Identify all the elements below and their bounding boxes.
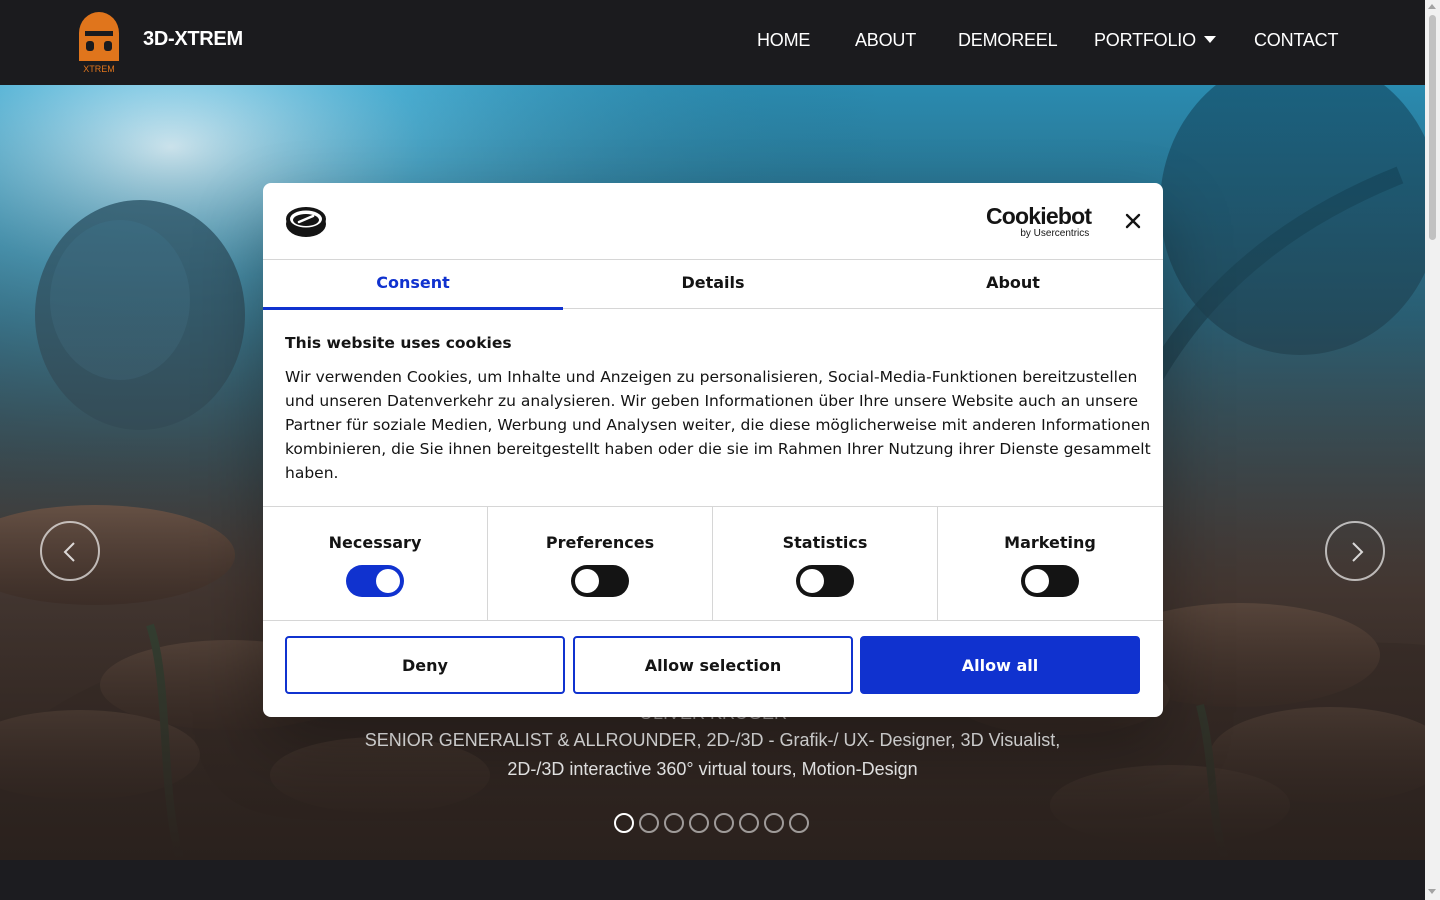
page-section-below bbox=[0, 860, 1425, 900]
category-statistics: Statistics bbox=[713, 507, 938, 621]
nav-demoreel[interactable]: DEMOREEL bbox=[958, 30, 1058, 51]
scroll-down-icon[interactable] bbox=[1428, 889, 1436, 894]
tab-about[interactable]: About bbox=[863, 261, 1163, 309]
tab-consent[interactable]: Consent bbox=[263, 261, 563, 310]
slider-dot[interactable] bbox=[639, 813, 659, 833]
tab-details[interactable]: Details bbox=[563, 261, 863, 309]
logo-text: XTREM bbox=[83, 64, 115, 73]
category-preferences: Preferences bbox=[488, 507, 713, 621]
chevron-right-icon bbox=[1352, 542, 1364, 562]
cookie-icon bbox=[285, 206, 327, 242]
cookie-categories: Necessary Preferences Statistics Marketi… bbox=[263, 506, 1163, 621]
cookie-consent-dialog: Cookiebot by Usercentrics Consent Detail… bbox=[263, 183, 1163, 717]
slider-dot[interactable] bbox=[664, 813, 684, 833]
category-necessary: Necessary bbox=[263, 507, 488, 621]
necessary-toggle[interactable] bbox=[346, 565, 404, 597]
hero-subtitle-line1: SENIOR GENERALIST & ALLROUNDER, 2D-/3D -… bbox=[364, 730, 1061, 750]
allow-all-button[interactable]: Allow all bbox=[860, 636, 1140, 694]
slider-dot[interactable] bbox=[789, 813, 809, 833]
category-label: Preferences bbox=[545, 533, 655, 552]
logo-mascot-icon: XTREM bbox=[79, 12, 119, 74]
chevron-left-icon bbox=[63, 542, 75, 562]
marketing-toggle[interactable] bbox=[1021, 565, 1079, 597]
cookiebot-name: Cookiebot bbox=[986, 203, 1092, 229]
preferences-toggle[interactable] bbox=[571, 565, 629, 597]
slider-pagination bbox=[614, 813, 809, 833]
brand-name[interactable]: 3D-XTREM bbox=[143, 28, 243, 51]
category-marketing: Marketing bbox=[938, 507, 1163, 621]
slider-next-button[interactable] bbox=[1325, 521, 1385, 581]
category-label: Necessary bbox=[328, 533, 422, 552]
allow-selection-button[interactable]: Allow selection bbox=[573, 636, 853, 694]
close-icon bbox=[1125, 213, 1141, 229]
scroll-thumb[interactable] bbox=[1429, 15, 1436, 240]
nav-about[interactable]: ABOUT bbox=[855, 30, 916, 51]
slider-dot[interactable] bbox=[614, 813, 634, 833]
nav-portfolio-label: PORTFOLIO bbox=[1094, 30, 1196, 50]
toggle-knob bbox=[575, 569, 599, 593]
category-label: Marketing bbox=[1004, 533, 1096, 552]
toggle-knob bbox=[1025, 569, 1049, 593]
deny-button[interactable]: Deny bbox=[285, 636, 565, 694]
slider-prev-button[interactable] bbox=[40, 521, 100, 581]
consent-text: Wir verwenden Cookies, um Inhalte und An… bbox=[285, 368, 1151, 482]
caret-down-icon bbox=[1203, 36, 1216, 43]
scroll-up-icon[interactable] bbox=[1428, 4, 1436, 9]
cookiebot-sub: by Usercentrics bbox=[1020, 228, 1090, 239]
site-header: XTREM 3D-XTREM HOME ABOUT DEMOREEL PORTF… bbox=[0, 0, 1425, 85]
site-logo[interactable]: XTREM bbox=[78, 11, 120, 74]
slider-dot[interactable] bbox=[764, 813, 784, 833]
statistics-toggle[interactable] bbox=[796, 565, 854, 597]
consent-title: This website uses cookies bbox=[285, 334, 512, 352]
category-label: Statistics bbox=[782, 533, 868, 552]
toggle-knob bbox=[376, 569, 400, 593]
close-button[interactable] bbox=[1124, 212, 1142, 230]
toggle-knob bbox=[800, 569, 824, 593]
cookiebot-logo[interactable]: Cookiebot by Usercentrics bbox=[986, 203, 1092, 239]
slider-dot[interactable] bbox=[689, 813, 709, 833]
dialog-header: Cookiebot by Usercentrics bbox=[263, 183, 1163, 260]
nav-portfolio[interactable]: PORTFOLIO bbox=[1094, 30, 1216, 51]
slider-dot[interactable] bbox=[739, 813, 759, 833]
nav-contact[interactable]: CONTACT bbox=[1254, 30, 1338, 51]
hero-subtitle-line2: 2D-/3D interactive 360° virtual tours, M… bbox=[507, 759, 918, 779]
page-scrollbar[interactable] bbox=[1425, 0, 1440, 900]
dialog-tabs: Consent Details About bbox=[263, 261, 1163, 310]
nav-home[interactable]: HOME bbox=[757, 30, 810, 51]
slider-dot[interactable] bbox=[714, 813, 734, 833]
